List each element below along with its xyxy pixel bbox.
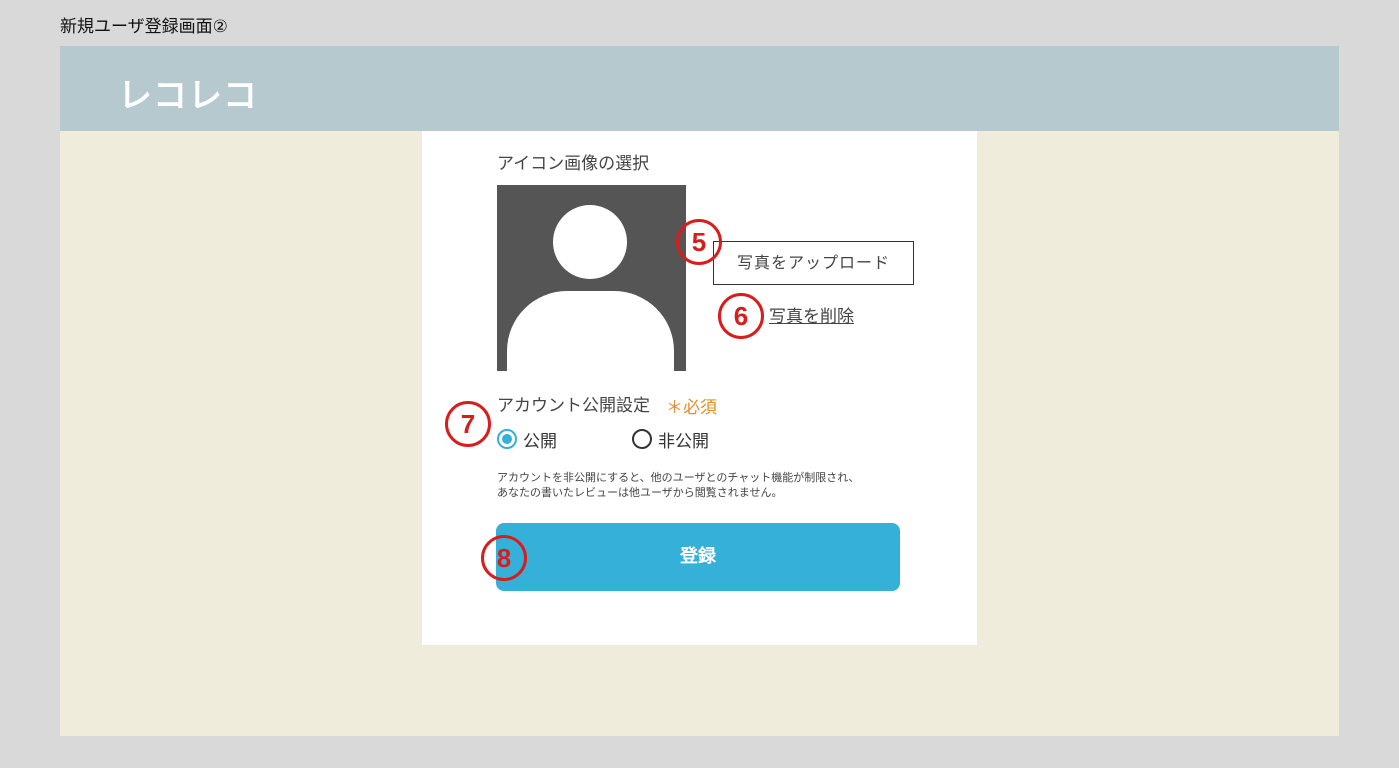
icon-section-title: アイコン画像の選択 xyxy=(497,154,650,174)
register-button[interactable]: 登録 xyxy=(496,523,900,591)
annotation-marker-8: 8 xyxy=(481,535,527,581)
app-frame: レコレコ アイコン画像の選択 写真をアップロード 写真を削除 アカウント公開設定… xyxy=(60,46,1339,736)
radio-private-circle[interactable] xyxy=(632,429,652,449)
privacy-note-line-2: あなたの書いたレビューは他ユーザから閲覧されません。 xyxy=(497,486,783,499)
annotation-marker-7: 7 xyxy=(445,401,491,447)
radio-public-circle[interactable] xyxy=(497,429,517,449)
privacy-setting-label: アカウント公開設定 xyxy=(497,396,650,416)
radio-public-label: 公開 xyxy=(523,431,557,452)
annotation-marker-6: 6 xyxy=(718,293,764,339)
delete-photo-link[interactable]: 写真を削除 xyxy=(769,302,854,327)
upload-photo-button[interactable]: 写真をアップロード xyxy=(713,241,914,285)
avatar-head xyxy=(553,205,627,279)
radio-public[interactable]: 公開 xyxy=(497,428,557,452)
annotation-marker-5: 5 xyxy=(676,219,722,265)
app-header: レコレコ xyxy=(60,46,1339,131)
radio-private[interactable]: 非公開 xyxy=(632,428,709,452)
avatar-body xyxy=(507,291,674,371)
app-logo[interactable]: レコレコ xyxy=(118,68,258,117)
radio-private-label: 非公開 xyxy=(658,431,709,452)
user-silhouette-icon xyxy=(497,185,686,371)
required-mark: ＊必須 xyxy=(666,398,717,418)
privacy-note-line-1: アカウントを非公開にすると、他のユーザとのチャット機能が制限され、 xyxy=(497,471,860,484)
privacy-note: アカウントを非公開にすると、他のユーザとのチャット機能が制限され、 あなたの書い… xyxy=(497,470,917,500)
page-caption: 新規ユーザ登録画面② xyxy=(60,17,228,37)
